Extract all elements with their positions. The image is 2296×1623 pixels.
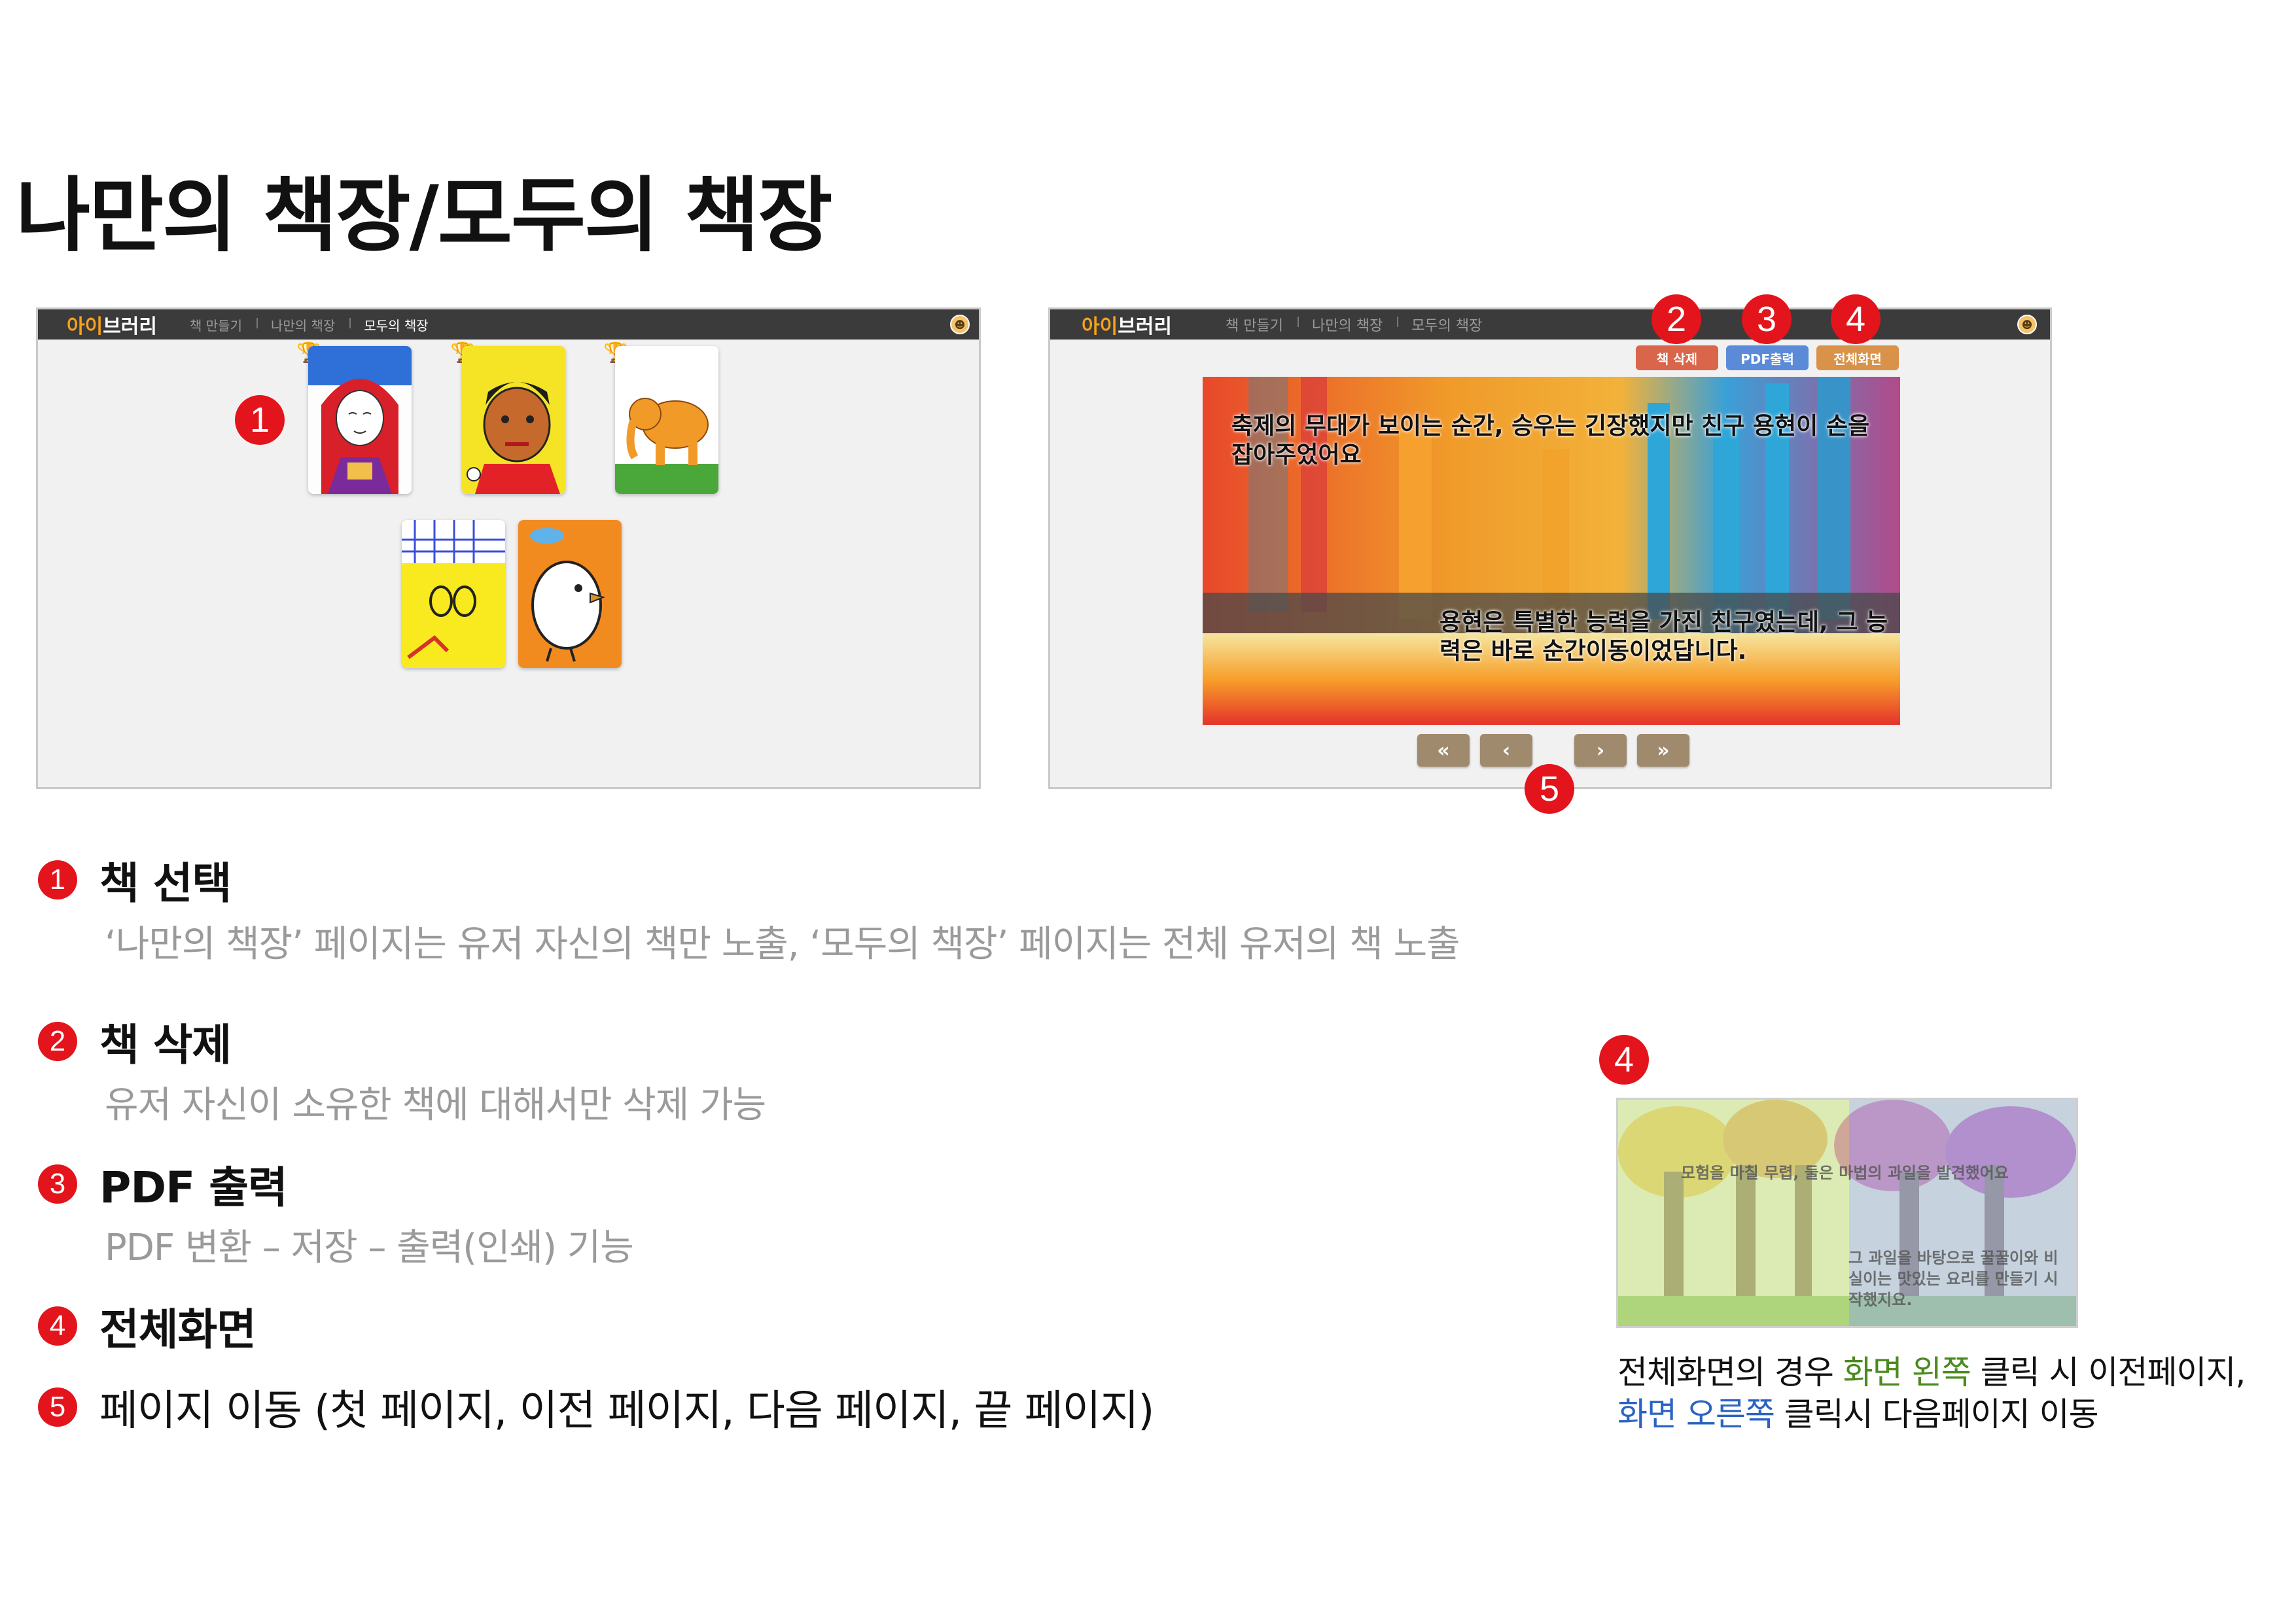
callout-marker-3: 3	[1742, 294, 1792, 344]
first-page-button[interactable]: «	[1417, 734, 1470, 767]
last-page-button[interactable]: »	[1637, 734, 1689, 767]
nav-all-shelf[interactable]: 모두의 책장	[349, 315, 442, 334]
fullscreen-preview: 모험을 마칠 무렵, 둘은 마법의 과일을 발견했어요 그 과일을 바탕으로 꿀…	[1616, 1098, 2078, 1328]
delete-book-button[interactable]: 책 삭제	[1636, 345, 1718, 370]
feature-item: 2 책 삭제	[38, 1010, 232, 1073]
story-text-bottom: 용현은 특별한 능력을 가진 친구였는데, 그 능력은 바로 순간이동이었답니다…	[1439, 609, 1888, 665]
story-text-top: 축제의 무대가 보이는 순간, 승우는 긴장했지만 친구 용현이 손을 잡아주었…	[1231, 413, 1870, 468]
book-page-view[interactable]: 축제의 무대가 보이는 순간, 승우는 긴장했지만 친구 용현이 손을 잡아주었…	[1203, 377, 1900, 725]
callout-marker-4-preview: 4	[1599, 1035, 1649, 1085]
fullscreen-caption: 전체화면의 경우 화면 왼쪽 클릭 시 이전페이지, 화면 오른쪽 클릭시 다음…	[1617, 1353, 2246, 1433]
app-header: 아이브러리 책 만들기 나만의 책장 모두의 책장 ☻	[1050, 309, 2050, 340]
callout-marker-4: 4	[1831, 294, 1881, 344]
book-cover-image	[462, 346, 565, 494]
nav-make-book[interactable]: 책 만들기	[1211, 314, 1298, 335]
preview-right-click-area[interactable]	[1849, 1100, 2076, 1326]
feature-description: 유저 자신이 소유한 책에 대해서만 삭제 가능	[105, 1084, 766, 1126]
feature-title: 전체화면	[99, 1304, 256, 1355]
caption-left-highlight: 화면 왼쪽	[1843, 1353, 1971, 1391]
book-card[interactable]	[402, 520, 505, 668]
feature-number: 1	[38, 860, 77, 899]
book-card[interactable]	[308, 346, 412, 494]
pdf-export-button[interactable]: PDF출력	[1726, 345, 1809, 370]
bookshelf-screenshot: 아이브러리 책 만들기 나만의 책장 모두의 책장 ☻ 🏆 🏆	[36, 307, 981, 789]
brand-logo[interactable]: 아이브러리	[1050, 310, 1172, 339]
brand-logo[interactable]: 아이브러리	[38, 310, 157, 339]
user-avatar-icon[interactable]: ☻	[950, 315, 970, 334]
app-header: 아이브러리 책 만들기 나만의 책장 모두의 책장 ☻	[38, 309, 979, 340]
user-avatar-icon[interactable]: ☻	[2017, 315, 2037, 334]
callout-marker-5: 5	[1525, 764, 1574, 814]
feature-item: 1 책 선택	[38, 848, 232, 911]
nav-my-shelf[interactable]: 나만의 책장	[256, 315, 349, 334]
feature-number: 2	[38, 1022, 77, 1061]
book-cover-image	[308, 346, 412, 494]
book-cover-image	[518, 520, 622, 668]
feature-title: 책 선택	[99, 858, 232, 909]
feature-number: 5	[38, 1387, 77, 1427]
next-page-button[interactable]: ›	[1574, 734, 1627, 767]
feature-description: PDF 변환 – 저장 – 출력(인쇄) 기능	[105, 1227, 634, 1269]
caption-right-highlight: 화면 오른쪽	[1617, 1395, 1775, 1433]
nav-all-shelf[interactable]: 모두의 책장	[1397, 314, 1496, 335]
page-title: 나만의 책장/모두의 책장	[16, 169, 832, 263]
preview-left-click-area[interactable]	[1618, 1100, 1849, 1326]
callout-marker-1: 1	[235, 395, 285, 445]
nav-my-shelf[interactable]: 나만의 책장	[1297, 314, 1397, 335]
feature-title: 책 삭제	[99, 1020, 232, 1070]
feature-title: 페이지 이동 (첫 페이지, 이전 페이지, 다음 페이지, 끝 페이지)	[99, 1387, 1154, 1435]
feature-item: 5 페이지 이동 (첫 페이지, 이전 페이지, 다음 페이지, 끝 페이지)	[38, 1377, 1154, 1437]
feature-number: 4	[38, 1306, 77, 1346]
feature-number: 3	[38, 1164, 77, 1204]
feature-item: 4 전체화면	[38, 1295, 256, 1357]
prev-page-button[interactable]: ‹	[1480, 734, 1532, 767]
book-cover-image	[402, 520, 505, 668]
book-card[interactable]	[462, 346, 565, 494]
fullscreen-button[interactable]: 전체화면	[1816, 345, 1899, 370]
feature-description: ‘나만의 책장’ 페이지는 유저 자신의 책만 노출, ‘모두의 책장’ 페이지…	[105, 923, 1460, 966]
callout-marker-2: 2	[1651, 294, 1701, 344]
nav-make-book[interactable]: 책 만들기	[175, 315, 256, 334]
book-card[interactable]	[615, 346, 718, 494]
book-card[interactable]	[518, 520, 622, 668]
feature-title: PDF 출력	[99, 1162, 288, 1213]
feature-item: 3 PDF 출력	[38, 1153, 288, 1215]
book-cover-image	[615, 346, 718, 494]
